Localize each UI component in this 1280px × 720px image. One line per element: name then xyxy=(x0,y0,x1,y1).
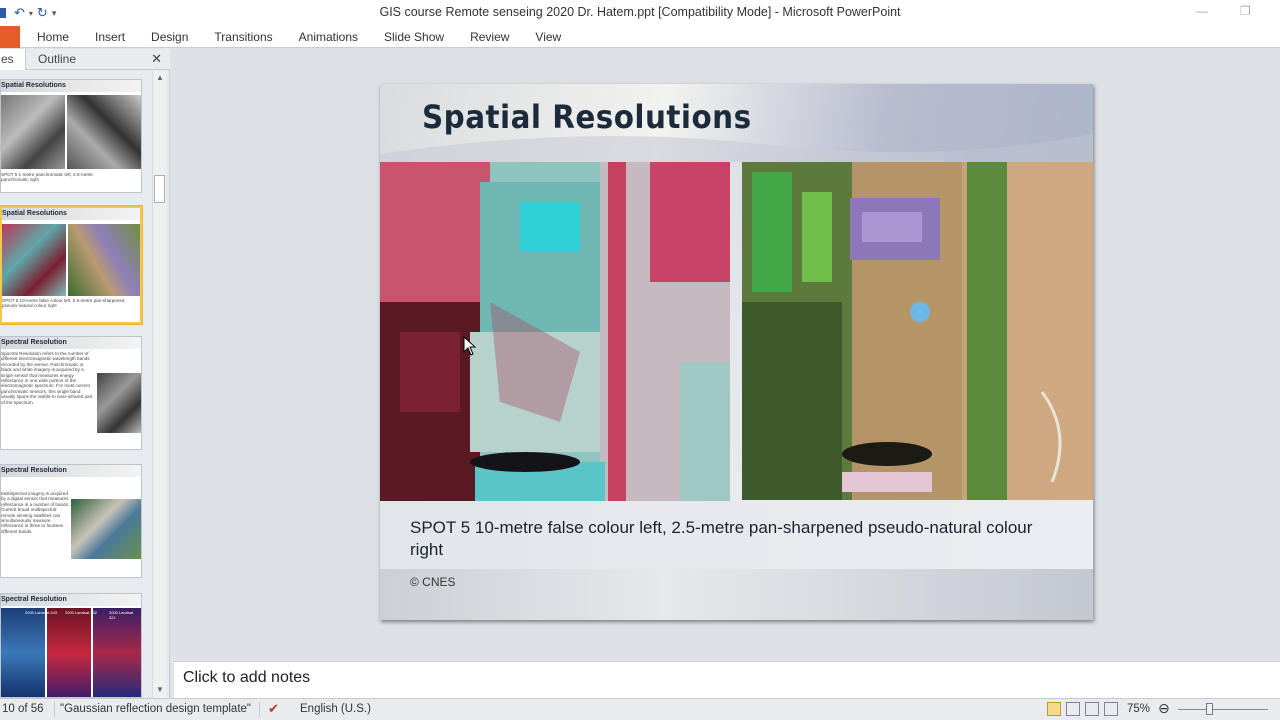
notes-placeholder[interactable]: Click to add notes xyxy=(183,669,310,687)
thumbnail-image xyxy=(71,499,141,559)
slide-show-view-icon[interactable] xyxy=(1104,702,1118,716)
restore-icon[interactable]: ❐ xyxy=(1240,4,1251,18)
mouse-cursor-icon xyxy=(463,335,477,359)
slide-thumbnail-11[interactable]: Spectral Resolution Spectral Resolution … xyxy=(0,336,142,450)
slide-caption[interactable]: SPOT 5 10-metre false colour left, 2.5-m… xyxy=(410,517,1050,561)
current-slide[interactable]: Spatial Resolutions SPOT 5 10-metre fals… xyxy=(380,84,1093,620)
thumbnail-title: Spectral Resolution xyxy=(1,337,141,349)
thumbnail-image xyxy=(67,95,141,169)
tab-transitions[interactable]: Transitions xyxy=(214,30,272,44)
caption-band: SPOT 5 10-metre false colour left, 2.5-m… xyxy=(380,501,1093,569)
normal-view-icon[interactable] xyxy=(1047,702,1061,716)
slide-header-band: Spatial Resolutions xyxy=(380,84,1093,162)
spelling-check-icon[interactable]: ✔ xyxy=(268,701,279,717)
thumbnail-title: Spectral Resolution xyxy=(1,465,141,477)
thumbnail-image xyxy=(1,608,45,697)
thumbnail-image xyxy=(47,608,91,697)
zoom-out-icon[interactable]: ⊖ xyxy=(1158,700,1170,717)
thumbnail-image xyxy=(97,373,141,433)
minimize-icon[interactable]: — xyxy=(1196,4,1208,18)
scroll-down-icon[interactable]: ▼ xyxy=(156,685,164,694)
ribbon-tabs: Home Insert Design Transitions Animation… xyxy=(0,26,1280,48)
thumbnail-label: 2000 Landsat 321 xyxy=(109,610,134,621)
false-colour-image[interactable] xyxy=(380,162,730,501)
slide-footer-band xyxy=(380,569,1093,620)
tab-slide-show[interactable]: Slide Show xyxy=(384,30,444,44)
thumbnail-body: Multispectral imagery is acquired by a d… xyxy=(1,491,70,534)
close-icon[interactable]: ✕ xyxy=(151,51,162,67)
thumbnail-label: 2000 Landsat 543 xyxy=(25,610,58,615)
thumbnail-label: 2000 Landsat 432 xyxy=(65,610,98,615)
tab-slides[interactable]: es xyxy=(0,49,26,70)
slide-counter: 10 of 56 xyxy=(2,703,44,715)
file-tab[interactable] xyxy=(0,26,20,48)
thumbnail-caption: SPOT 5 1-metre panchromatic left, 2.5-me… xyxy=(1,172,93,183)
status-bar: 10 of 56 "Gaussian reflection design tem… xyxy=(0,698,1280,720)
slide-title[interactable]: Spatial Resolutions xyxy=(422,98,752,136)
title-bar: ↶ ▾ ↻ ▾ GIS course Remote senseing 2020 … xyxy=(0,0,1280,26)
tab-design[interactable]: Design xyxy=(151,30,188,44)
slide-thumbnail-9[interactable]: Spatial Resolutions SPOT 5 1-metre panch… xyxy=(0,79,142,193)
notes-pane[interactable]: Click to add notes xyxy=(174,661,1280,698)
tab-review[interactable]: Review xyxy=(470,30,509,44)
slide-thumbnail-10[interactable]: Spatial Resolutions SPOT 5 10-metre fals… xyxy=(0,206,142,324)
thumbnail-body: Spectral Resolution refers to the number… xyxy=(1,351,93,405)
tab-animations[interactable]: Animations xyxy=(299,30,358,44)
tab-outline[interactable]: Outline xyxy=(38,49,76,70)
language-indicator[interactable]: English (U.S.) xyxy=(300,703,371,715)
status-separator xyxy=(54,702,55,717)
thumbnail-image xyxy=(68,224,140,296)
thumbnail-scrollbar[interactable]: ▲ ▼ xyxy=(152,71,166,699)
status-separator xyxy=(259,702,260,717)
slides-pane: es Outline ✕ Spatial Resolutions SPOT 5 … xyxy=(0,49,170,699)
thumbnail-image xyxy=(93,608,141,697)
tab-home[interactable]: Home xyxy=(37,30,69,44)
tab-view[interactable]: View xyxy=(535,30,561,44)
thumbnail-caption: SPOT 5 10-metre false colour left, 2.5-m… xyxy=(2,298,125,309)
slide-thumbnail-12[interactable]: Spectral Resolution Multispectral imager… xyxy=(0,464,142,578)
tab-insert[interactable]: Insert xyxy=(95,30,125,44)
window-title: GIS course Remote senseing 2020 Dr. Hate… xyxy=(379,5,901,19)
pseudo-natural-colour-image[interactable] xyxy=(742,162,1093,500)
thumbnail-title: Spatial Resolutions xyxy=(1,80,141,92)
thumbnail-image xyxy=(1,95,65,169)
scroll-up-icon[interactable]: ▲ xyxy=(156,73,164,82)
slide-thumbnail-13[interactable]: Spectral Resolution 2000 Landsat 543 200… xyxy=(0,593,142,698)
theme-name[interactable]: "Gaussian reflection design template" xyxy=(60,703,251,715)
reading-view-icon[interactable] xyxy=(1085,702,1099,716)
zoom-slider-knob[interactable] xyxy=(1206,703,1213,715)
zoom-slider[interactable] xyxy=(1178,709,1268,710)
pane-tabs: es Outline ✕ xyxy=(0,49,170,70)
zoom-level[interactable]: 75% xyxy=(1127,703,1150,715)
slide-sorter-view-icon[interactable] xyxy=(1066,702,1080,716)
image-credit[interactable]: © CNES xyxy=(410,575,456,589)
thumbnail-image xyxy=(2,224,66,296)
thumbnail-title: Spatial Resolutions xyxy=(2,208,140,220)
thumbnail-title: Spectral Resolution xyxy=(1,594,141,606)
scrollbar-thumb[interactable] xyxy=(154,175,165,203)
